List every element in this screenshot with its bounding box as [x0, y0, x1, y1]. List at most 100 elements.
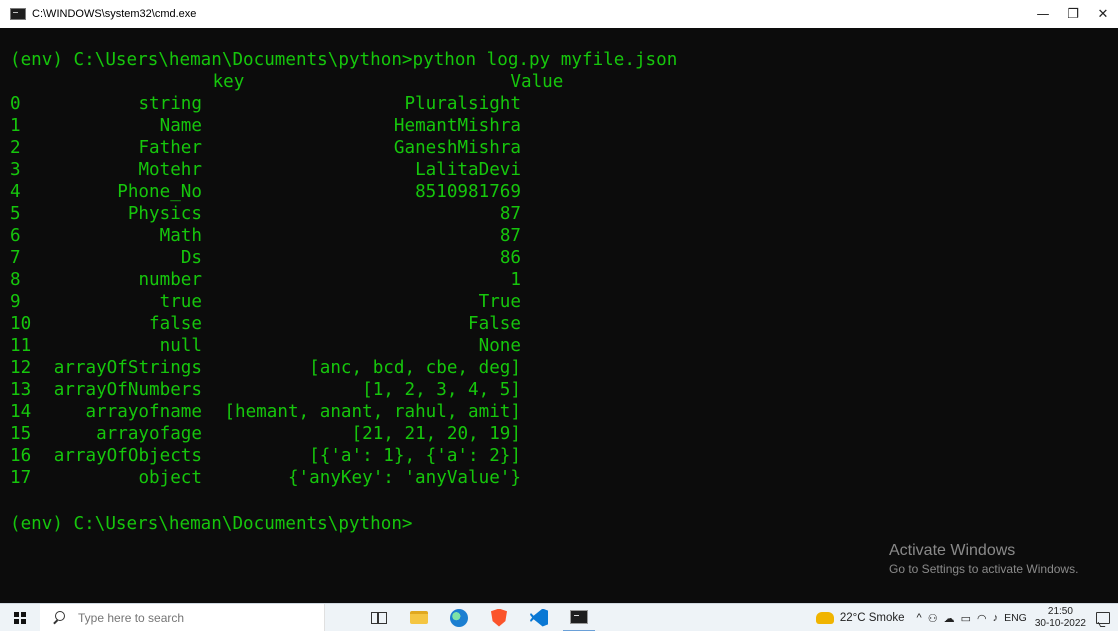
window-controls: — ❐ ✕ [1028, 0, 1118, 28]
row-value: True [478, 292, 521, 312]
row-index: 13 [10, 380, 32, 400]
row-key: string [138, 94, 202, 114]
activate-windows-watermark: Activate Windows Go to Settings to activ… [889, 541, 1078, 577]
cmd-app-icon [10, 8, 26, 20]
row-index: 3 [10, 160, 21, 180]
prompt-line: (env) C:\Users\heman\Documents\python> [10, 514, 413, 534]
windows-logo-icon [14, 611, 26, 624]
row-index: 12 [10, 358, 32, 378]
taskbar-apps [363, 604, 603, 631]
row-key: null [159, 336, 202, 356]
row-value: HemantMishra [393, 116, 521, 136]
language-indicator[interactable]: ENG [1004, 612, 1027, 624]
row-index: 0 [10, 94, 21, 114]
taskbar: 22°C Smoke ^ ⚇ ☁ ▭ ◠ ♪ ENG 21:50 30-10-2… [0, 603, 1118, 631]
row-index: 6 [10, 226, 21, 246]
row-value: 87 [499, 226, 521, 246]
clock-date: 30-10-2022 [1034, 618, 1086, 629]
weather-text[interactable]: 22°C Smoke [840, 612, 905, 624]
row-key: false [149, 314, 202, 334]
network-icon[interactable]: ⚇ [928, 612, 938, 625]
brave-icon [491, 608, 507, 627]
command-line: (env) C:\Users\heman\Documents\python>py… [10, 50, 678, 70]
row-index: 16 [10, 446, 32, 466]
row-key: object [138, 468, 202, 488]
row-key: arrayofage [96, 424, 202, 444]
wifi-icon[interactable]: ◠ [977, 612, 987, 625]
edge-icon [450, 608, 468, 627]
row-index: 1 [10, 116, 21, 136]
vscode-button[interactable] [523, 604, 555, 631]
row-value: [1, 2, 3, 4, 5] [362, 380, 521, 400]
row-key: Math [159, 226, 202, 246]
row-index: 14 [10, 402, 32, 422]
row-value: 8510981769 [415, 182, 521, 202]
row-value: [{'a': 1}, {'a': 2}] [309, 446, 521, 466]
row-value: 86 [499, 248, 521, 268]
row-value: 87 [499, 204, 521, 224]
header-value: Value [510, 72, 564, 92]
row-key: true [159, 292, 202, 312]
row-key: arrayofname [85, 402, 202, 422]
watermark-subtitle: Go to Settings to activate Windows. [889, 562, 1079, 576]
taskbar-search[interactable] [40, 603, 325, 631]
search-input[interactable] [78, 610, 298, 625]
row-key: arrayOfStrings [53, 358, 202, 378]
system-tray: 22°C Smoke ^ ⚇ ☁ ▭ ◠ ♪ ENG 21:50 30-10-2… [815, 604, 1118, 631]
vscode-icon [530, 608, 548, 627]
file-explorer-button[interactable] [403, 604, 435, 631]
table-header: key Value [10, 71, 564, 93]
row-key: Phone_No [117, 182, 202, 202]
row-index: 5 [10, 204, 21, 224]
weather-icon[interactable] [815, 612, 834, 624]
row-value: [hemant, anant, rahul, amit] [224, 402, 521, 422]
command-prompt-button[interactable] [563, 604, 595, 631]
watermark-title: Activate Windows [889, 542, 1016, 559]
clock-time: 21:50 [1047, 606, 1073, 617]
maximize-button[interactable]: ❐ [1058, 0, 1088, 28]
row-key: Father [138, 138, 202, 158]
cloud-icon[interactable]: ☁ [944, 612, 955, 625]
row-index: 4 [10, 182, 21, 202]
row-value: Pluralsight [404, 94, 521, 114]
brave-button[interactable] [483, 604, 515, 631]
battery-icon[interactable]: ▭ [961, 612, 971, 625]
row-index: 8 [10, 270, 21, 290]
folder-icon [410, 611, 428, 624]
row-index: 2 [10, 138, 21, 158]
window-titlebar[interactable]: C:\WINDOWS\system32\cmd.exe — ❐ ✕ [0, 0, 1118, 28]
row-key: Physics [127, 204, 202, 224]
row-value: GaneshMishra [393, 138, 521, 158]
terminal-icon [570, 609, 588, 624]
row-index: 10 [10, 314, 32, 334]
row-index: 11 [10, 336, 32, 356]
row-key: Motehr [138, 160, 202, 180]
row-value: 1 [510, 270, 521, 290]
start-button[interactable] [0, 604, 40, 631]
notification-icon[interactable] [1096, 612, 1110, 624]
edge-button[interactable] [443, 604, 475, 631]
row-value: LalitaDevi [415, 160, 521, 180]
row-key: arrayOfNumbers [53, 380, 202, 400]
row-value: None [478, 336, 521, 356]
row-index: 17 [10, 468, 32, 488]
row-index: 15 [10, 424, 32, 444]
taskbar-clock[interactable]: 21:50 30-10-2022 [1035, 606, 1086, 630]
row-value: {'anyKey': 'anyValue'} [287, 468, 521, 488]
volume-icon[interactable]: ♪ [993, 612, 999, 624]
window-title: C:\WINDOWS\system32\cmd.exe [32, 8, 197, 20]
row-key: arrayOfObjects [53, 446, 202, 466]
row-index: 9 [10, 292, 21, 312]
close-button[interactable]: ✕ [1088, 0, 1118, 28]
task-view-button[interactable] [363, 604, 395, 631]
minimize-button[interactable]: — [1028, 0, 1058, 28]
row-value: [anc, bcd, cbe, deg] [309, 358, 521, 378]
header-key: key [212, 72, 245, 92]
terminal-output[interactable]: (env) C:\Users\heman\Documents\python>py… [0, 28, 1118, 603]
chevron-up-icon[interactable]: ^ [917, 612, 922, 624]
row-value: [21, 21, 20, 19] [351, 424, 521, 444]
search-icon [52, 610, 66, 625]
row-key: number [138, 270, 202, 290]
row-value: False [468, 314, 521, 334]
row-key: Ds [180, 248, 202, 268]
